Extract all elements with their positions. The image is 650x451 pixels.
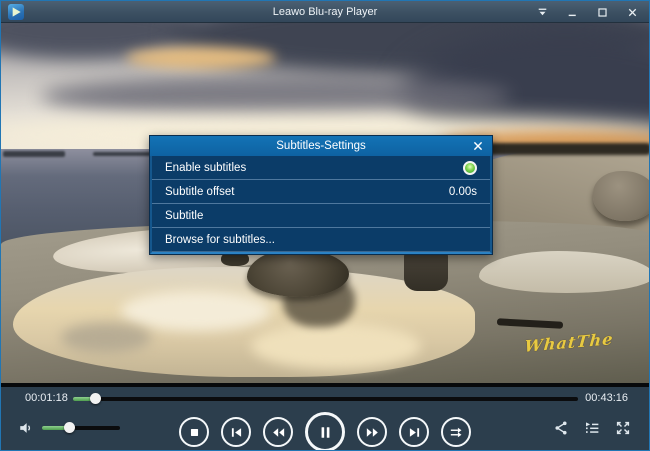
- right-controls: [552, 419, 632, 437]
- row-subtitle-offset[interactable]: Subtitle offset 0.00s: [152, 180, 490, 204]
- shore-shadow: [61, 323, 151, 353]
- rock: [404, 249, 448, 291]
- row-value: 0.00s: [449, 186, 477, 198]
- control-bar: 00:01:18 00:43:16: [1, 387, 649, 450]
- row-label: Subtitle: [165, 210, 203, 222]
- rewind-button[interactable]: [263, 417, 293, 447]
- row-label: Subtitle offset: [165, 186, 234, 198]
- titlebar: Leawo Blu-ray Player: [1, 1, 649, 23]
- tide-pool: [479, 251, 649, 293]
- volume-handle[interactable]: [64, 422, 75, 433]
- dialog-header[interactable]: Subtitles-Settings: [150, 136, 492, 156]
- boulder: [593, 171, 649, 221]
- progress-handle[interactable]: [90, 393, 101, 404]
- fullscreen-icon[interactable]: [614, 419, 632, 437]
- next-button[interactable]: [399, 417, 429, 447]
- share-icon[interactable]: [552, 419, 570, 437]
- fast-forward-button[interactable]: [357, 417, 387, 447]
- boulder: [247, 249, 349, 297]
- transport-controls: [179, 412, 471, 451]
- app-window: Leawo Blu-ray Player: [0, 0, 650, 451]
- row-label: Enable subtitles: [165, 162, 246, 174]
- row-label: Browse for subtitles...: [165, 234, 275, 246]
- previous-button[interactable]: [221, 417, 251, 447]
- dialog-body: Enable subtitles Subtitle offset 0.00s S…: [150, 156, 492, 254]
- pause-button[interactable]: [305, 412, 345, 451]
- progress-bar[interactable]: [73, 397, 578, 401]
- current-time: 00:01:18: [25, 392, 68, 404]
- menu-icon[interactable]: [536, 6, 549, 19]
- window-controls: [536, 1, 639, 23]
- island-silhouette: [3, 151, 65, 157]
- cloud-reflection: [251, 323, 421, 369]
- cloud-reflection: [121, 291, 271, 331]
- dialog-title: Subtitles-Settings: [150, 136, 492, 156]
- radio-on-icon[interactable]: [463, 161, 477, 175]
- dialog-close-icon[interactable]: [472, 140, 484, 152]
- cloud-sunlit: [126, 47, 276, 69]
- play-order-button[interactable]: [441, 417, 471, 447]
- playlist-icon[interactable]: [583, 419, 601, 437]
- subtitles-settings-dialog: Subtitles-Settings Enable subtitles Subt…: [149, 135, 493, 255]
- volume-icon[interactable]: [18, 419, 36, 436]
- stop-button[interactable]: [179, 417, 209, 447]
- total-time: 00:43:16: [585, 392, 628, 404]
- row-enable-subtitles[interactable]: Enable subtitles: [152, 156, 490, 180]
- cloud: [41, 75, 511, 117]
- maximize-icon[interactable]: [596, 6, 609, 19]
- video-frame[interactable]: WhatThe Subtitles-Settings Enable subtit…: [1, 23, 649, 389]
- row-subtitle[interactable]: Subtitle: [152, 204, 490, 228]
- volume-slider[interactable]: [42, 426, 120, 430]
- minimize-icon[interactable]: [566, 6, 579, 19]
- row-browse-subtitles[interactable]: Browse for subtitles...: [152, 228, 490, 252]
- close-icon[interactable]: [626, 6, 639, 19]
